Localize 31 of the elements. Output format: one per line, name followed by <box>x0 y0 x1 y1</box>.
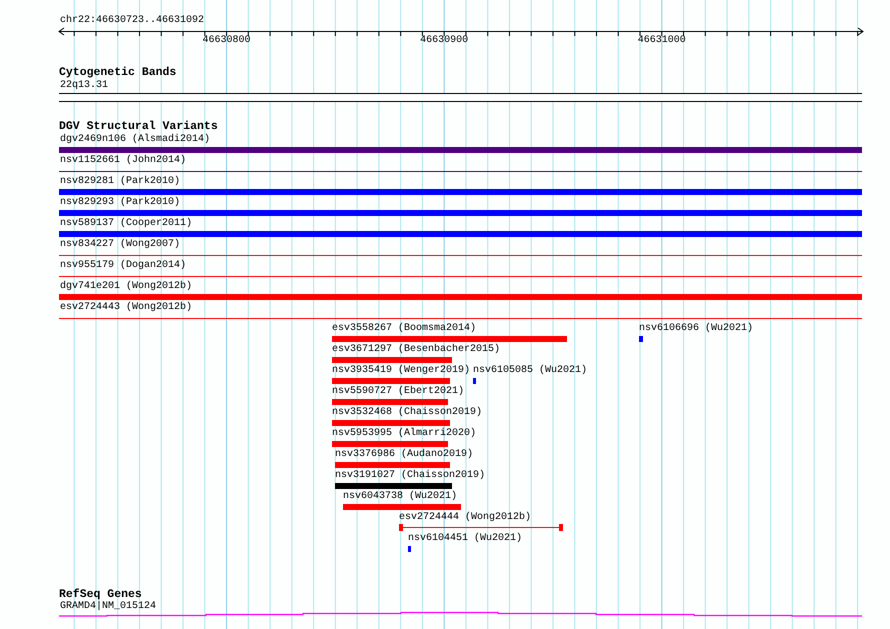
feature-label: nsv3935419 (Wenger2019) <box>332 365 470 377</box>
track-title: Cytogenetic Bands <box>59 67 176 79</box>
feature-label: nsv6043738 (Wu2021) <box>343 491 458 503</box>
feature-label: nsv834227 (Wong2007) <box>60 239 180 251</box>
position-label: 46631000 <box>638 35 686 47</box>
track-title: DGV Structural Variants <box>59 121 218 133</box>
feature-label: nsv3191027 (Chaisson2019) <box>335 470 486 482</box>
position-label: 46630900 <box>420 35 468 47</box>
feature-label: dgv2469n106 (Alsmadi2014) <box>60 134 210 146</box>
feature-label: esv3671297 (Besenbacher2015) <box>332 344 500 356</box>
feature-label: nsv955179 (Dogan2014) <box>60 260 186 272</box>
feature-label: nsv589137 (Cooper2011) <box>60 218 192 230</box>
feature-label: nsv6106696 (Wu2021) <box>639 323 754 335</box>
feature-label: nsv5590727 (Ebert2021) <box>332 386 464 398</box>
feature-label: nsv6104451 (Wu2021) <box>408 533 522 545</box>
feature-label: nsv829281 (Park2010) <box>60 176 180 188</box>
band-label: 22q13.31 <box>60 80 108 92</box>
feature-label: nsv6105085 (Wu2021) <box>473 365 588 377</box>
feature-label: nsv3532468 (Chaisson2019) <box>332 407 482 419</box>
feature-label: dgv741e201 (Wong2012b) <box>60 281 192 293</box>
feature-label: nsv3376986 (Audano2019) <box>335 449 474 461</box>
feature-label: nsv829293 (Park2010) <box>60 197 180 209</box>
track-title: RefSeq Genes <box>59 589 142 601</box>
feature-label: esv2724443 (Wong2012b) <box>60 302 192 314</box>
position-label: 46630800 <box>202 35 251 47</box>
feature-label: esv2724444 (Wong2012b) <box>399 512 532 524</box>
feature-label: esv3558267 (Boomsma2014) <box>332 323 476 335</box>
region-label: chr22:46630723..46631092 <box>60 15 204 27</box>
feature-label: nsv5953995 (Almarri2020) <box>332 428 476 440</box>
gene-label: GRAMD4|NM_015124 <box>60 601 156 613</box>
feature-label: nsv1152661 (John2014) <box>60 155 186 167</box>
